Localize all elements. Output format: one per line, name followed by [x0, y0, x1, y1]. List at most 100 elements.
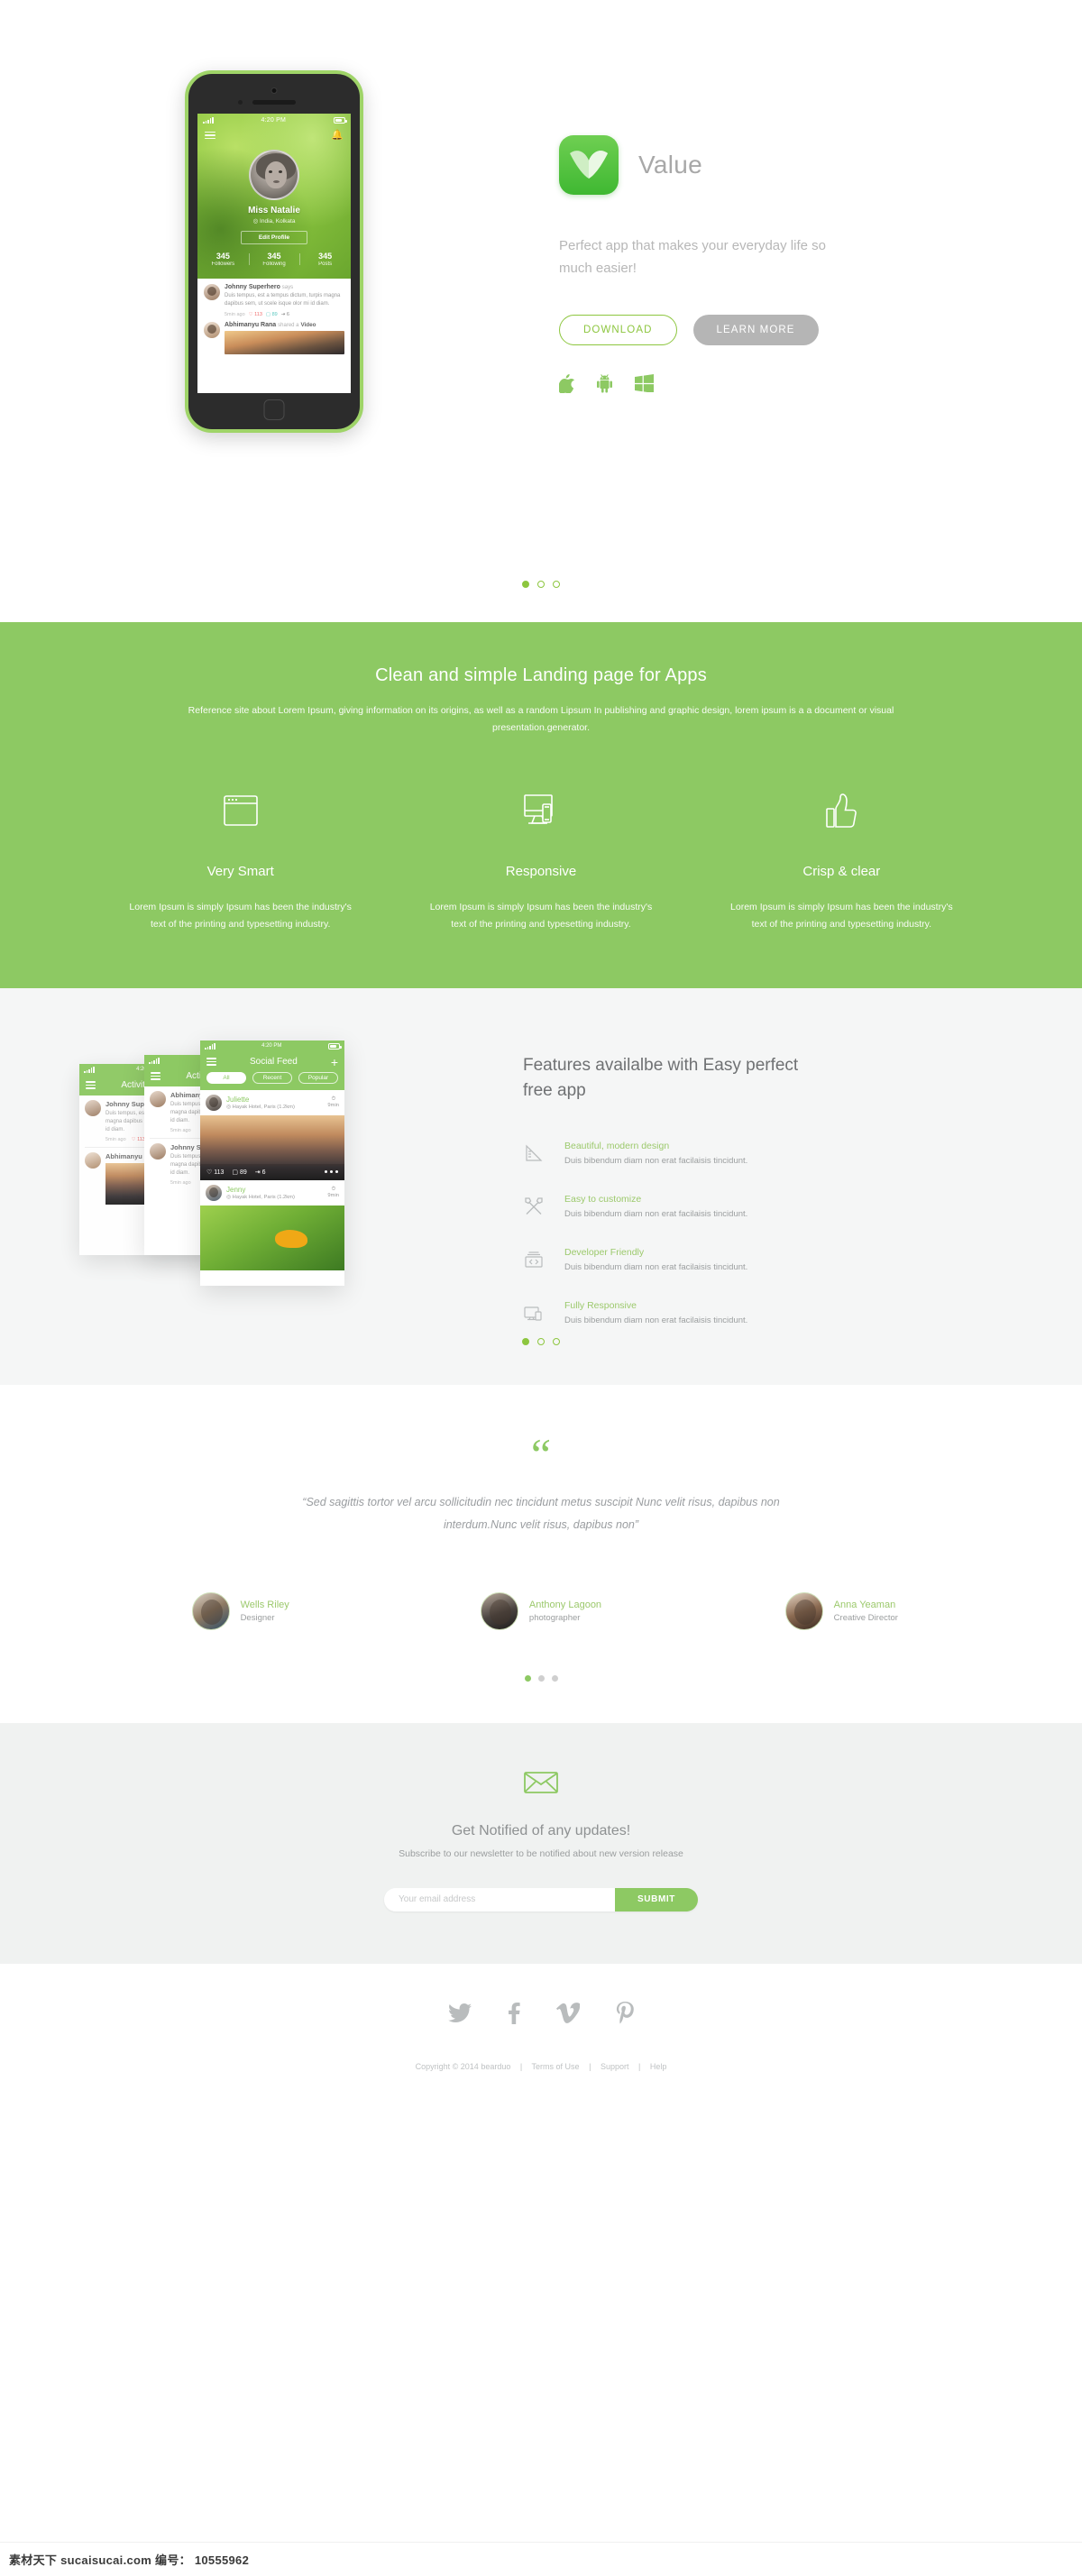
post-avatar — [204, 321, 220, 338]
green-column-title: Crisp & clear — [802, 863, 881, 879]
email-input[interactable] — [384, 1887, 615, 1911]
footer-copyright: Copyright © 2014 bearduo | Terms of Use … — [0, 2062, 1082, 2071]
stat-posts: 345 Posts — [299, 252, 351, 267]
stat-posts-label: Posts — [318, 261, 333, 267]
author-role: photographer — [528, 1612, 581, 1623]
feed-post: Johnny Superhero says Duis tempus, est a… — [204, 284, 344, 322]
hamburger-menu-icon[interactable] — [206, 1056, 216, 1068]
footer-link-help[interactable]: Help — [650, 2062, 667, 2071]
profile-feed: Johnny Superhero says Duis tempus, est a… — [197, 279, 351, 359]
feature-title: Fully Responsive — [564, 1299, 637, 1311]
green-column-very-smart: Very Smart Lorem Ipsum is simply Ipsum h… — [90, 784, 390, 934]
hero-tagline: Perfect app that makes your everyday lif… — [559, 238, 826, 276]
pinterest-icon[interactable] — [616, 2001, 634, 2030]
hero-phone-mockup: 4:20 PM 🔔 Miss Natalie ◎ India, Kolkata — [185, 70, 363, 433]
carousel-dot-3[interactable] — [553, 581, 560, 588]
mockup-post-header: Juliette ◎ Hayak Hotel, Paris (1.2km) ⏱ 9… — [200, 1089, 344, 1115]
phone-home-button[interactable] — [263, 399, 285, 420]
thumbs-up-icon — [728, 784, 956, 837]
testimonial-authors: Wells Riley Designer Anthony Lagoon phot… — [90, 1591, 992, 1630]
author-name: Wells Riley — [240, 1599, 289, 1610]
windows-icon[interactable] — [635, 374, 654, 392]
stat-followers-value: 345 — [215, 252, 230, 261]
mockup-shares[interactable]: ⇥ 6 — [255, 1169, 266, 1176]
bell-icon[interactable]: 🔔 — [331, 130, 344, 141]
post-comments[interactable]: ▢ 89 — [266, 312, 278, 317]
carousel-dot-1[interactable] — [522, 581, 529, 588]
tab-all[interactable]: All — [206, 1071, 246, 1084]
feature-item-developer-friendly: Developer Friendly Duis bibendum diam no… — [523, 1247, 992, 1275]
hero-carousel-dots — [90, 581, 992, 588]
post-action-type: Video — [300, 321, 316, 328]
mockup-post-header: Jenny ◎ Hayak Hotel, Paris (1.2km) ⏱ 9min — [200, 1179, 344, 1205]
green-column-title: Responsive — [505, 863, 577, 879]
learn-more-button[interactable]: LEARN MORE — [692, 314, 819, 345]
mockup-likes[interactable]: ♡ 113 — [206, 1169, 224, 1176]
mockup-post-time: ⏱ 9min — [327, 1187, 339, 1199]
features-dot-2[interactable] — [537, 1337, 545, 1345]
green-column-responsive: Responsive Lorem Ipsum is simply Ipsum h… — [390, 784, 691, 934]
post-avatar — [204, 284, 220, 300]
twitter-icon[interactable] — [448, 2003, 472, 2028]
footer-link-terms[interactable]: Terms of Use — [532, 2062, 580, 2071]
submit-button[interactable]: SUBMIT — [615, 1887, 698, 1911]
copyright-text: Copyright © 2014 bearduo — [415, 2061, 511, 2071]
edit-profile-button[interactable]: Edit Profile — [241, 231, 307, 244]
apple-icon[interactable] — [559, 373, 574, 393]
facebook-icon[interactable] — [508, 2002, 520, 2029]
tab-recent[interactable]: Recent — [252, 1071, 292, 1084]
phone-screen: 4:20 PM 🔔 Miss Natalie ◎ India, Kolkata — [197, 114, 351, 393]
mockup-post-name: Juliette — [226, 1095, 250, 1104]
vimeo-icon[interactable] — [556, 2002, 582, 2029]
feature-item-beautiful-modern-design: Beautiful, modern design Duis bibendum d… — [523, 1141, 992, 1169]
android-icon[interactable] — [596, 373, 613, 393]
hamburger-menu-icon[interactable] — [86, 1079, 96, 1091]
battery-icon — [333, 116, 347, 124]
newsletter-form: SUBMIT — [384, 1887, 698, 1911]
testimonial-dot-3[interactable] — [551, 1674, 558, 1682]
divider: | — [519, 2061, 523, 2071]
divider: | — [589, 2061, 591, 2071]
features-dot-3[interactable] — [553, 1337, 560, 1345]
download-button[interactable]: DOWNLOAD — [559, 314, 677, 345]
newsletter-heading: Get Notified of any updates! — [451, 1822, 631, 1838]
feed-post: Abhimanyu Rana shared a Video — [204, 321, 344, 359]
testimonial-dot-2[interactable] — [537, 1674, 545, 1682]
testimonial-author[interactable]: Anna Yeaman Creative Director — [692, 1591, 992, 1630]
footer: Copyright © 2014 bearduo | Terms of Use … — [0, 1963, 1082, 2098]
feature-desc: Duis bibendum diam non erat facilaisis t… — [564, 1261, 748, 1272]
code-brackets-icon — [523, 1247, 545, 1275]
post-likes[interactable]: ♡ 113 — [249, 312, 262, 317]
hamburger-menu-icon[interactable] — [151, 1070, 160, 1082]
green-column-text: Lorem Ipsum is simply Ipsum has been the… — [730, 901, 953, 930]
testimonial-author[interactable]: Anthony Lagoon photographer — [390, 1591, 691, 1630]
profile-name: Miss Natalie — [248, 206, 300, 215]
testimonial-section: “ “Sed sagittis tortor vel arcu sollicit… — [0, 1384, 1082, 1723]
testimonial-author[interactable]: Wells Riley Designer — [90, 1591, 390, 1630]
mockup-post-name: Jenny — [226, 1185, 246, 1194]
features-list: Beautiful, modern design Duis bibendum d… — [523, 1141, 992, 1328]
hamburger-menu-icon[interactable] — [205, 130, 215, 142]
monitor-mobile-icon — [523, 1300, 545, 1328]
features-dot-1[interactable] — [522, 1337, 529, 1345]
carousel-dot-2[interactable] — [537, 581, 545, 588]
green-column-text: Lorem Ipsum is simply Ipsum has been the… — [429, 901, 653, 930]
feature-desc: Duis bibendum diam non erat facilaisis t… — [564, 1315, 748, 1325]
plus-icon[interactable]: + — [331, 1056, 338, 1068]
social-links — [0, 2001, 1082, 2030]
post-shares[interactable]: ⇥ 6 — [281, 312, 289, 317]
mockup-post-photo-bird — [200, 1205, 344, 1270]
signal-icon — [84, 1066, 95, 1073]
author-role: Creative Director — [833, 1612, 898, 1623]
mockup-post-time: 5min ago — [170, 1127, 191, 1133]
green-columns: Very Smart Lorem Ipsum is simply Ipsum h… — [90, 784, 992, 934]
post-image — [225, 330, 344, 354]
testimonial-dot-1[interactable] — [524, 1674, 531, 1682]
footer-link-support[interactable]: Support — [601, 2062, 629, 2071]
phone-camera-icon — [270, 87, 278, 94]
tab-popular[interactable]: Popular — [298, 1071, 338, 1084]
mockup-post-stats: ♡ 113 ▢ 89 ⇥ 6 — [200, 1163, 344, 1180]
mockup-post-likes[interactable]: ♡ 113 — [132, 1137, 145, 1142]
mockup-comments[interactable]: ▢ 89 — [232, 1169, 246, 1176]
feature-title: Developer Friendly — [564, 1246, 645, 1258]
